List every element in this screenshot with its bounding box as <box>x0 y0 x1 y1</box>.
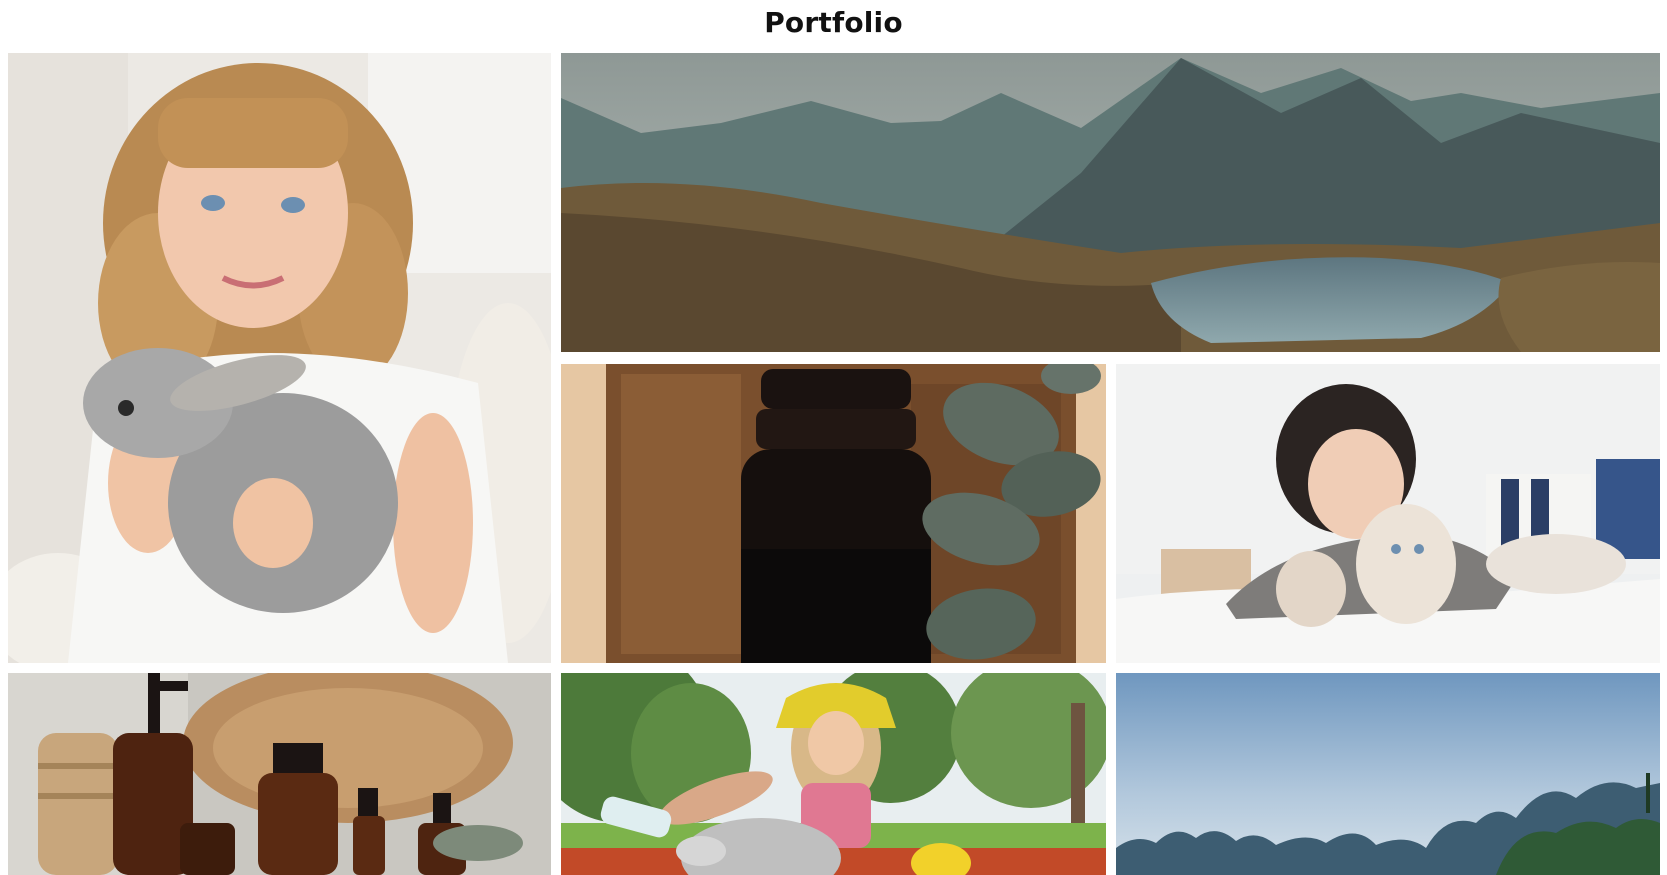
gallery-item-woman-with-dog[interactable] <box>561 673 1106 875</box>
gallery-item-dark-jar-eucalyptus[interactable] <box>561 364 1106 663</box>
photo-mountain-lake <box>561 53 1660 352</box>
photo-woman-dog <box>561 673 1106 875</box>
photo-girl-rabbit <box>8 53 551 663</box>
gallery-item-karst-mountains[interactable] <box>1116 673 1660 875</box>
photo-karst-mountains <box>1116 673 1660 875</box>
gallery-item-woman-with-cats[interactable] <box>1116 364 1660 663</box>
photo-woman-cats <box>1116 364 1660 663</box>
page-title: Portfolio <box>764 6 903 39</box>
gallery-item-amber-bottles[interactable] <box>8 673 551 875</box>
gallery-item-girl-with-rabbit[interactable] <box>8 53 551 663</box>
gallery-item-mountain-lake[interactable] <box>561 53 1660 352</box>
photo-jar-eucalyptus <box>561 364 1106 663</box>
portfolio-page: Portfolio <box>0 0 1667 875</box>
photo-amber-bottles <box>8 673 551 875</box>
